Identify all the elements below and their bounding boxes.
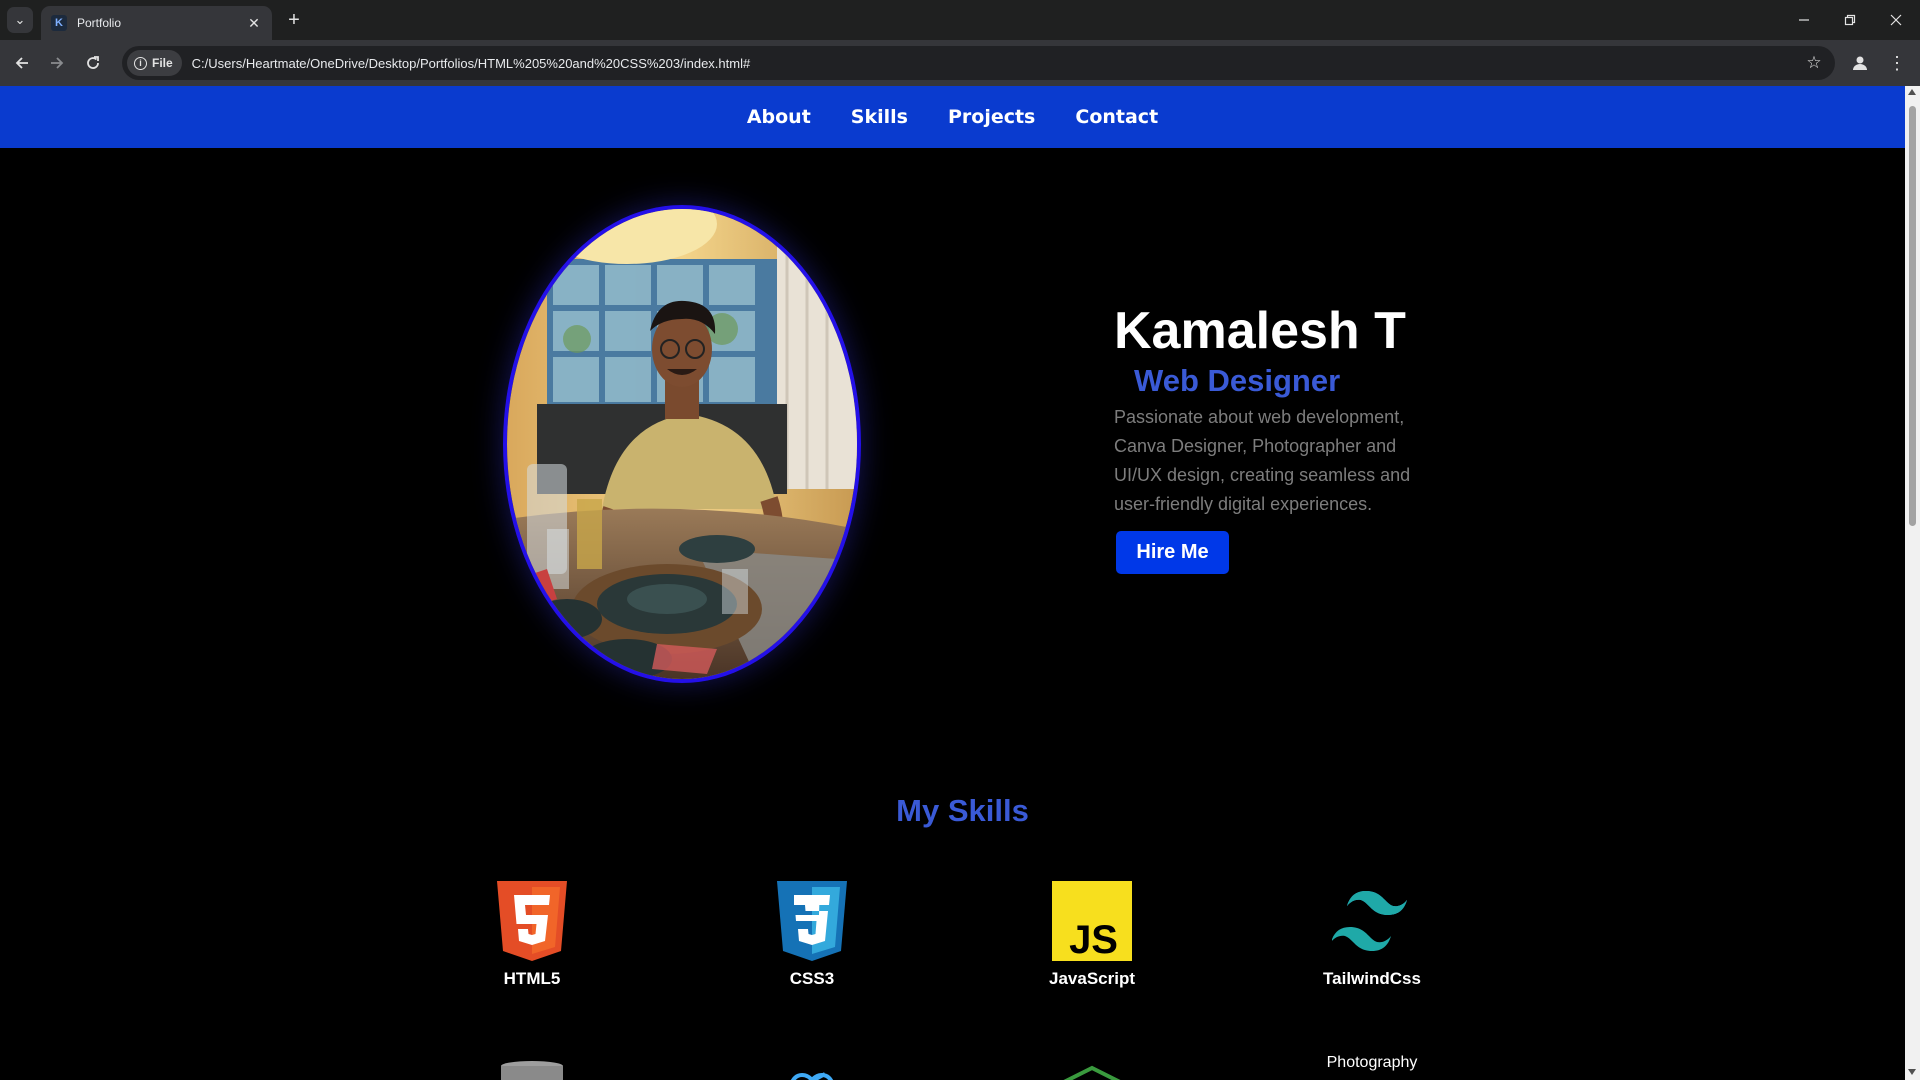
tailwind-icon [1332, 891, 1407, 951]
nav-skills[interactable]: Skills [851, 106, 908, 128]
css3-icon [777, 881, 847, 961]
skill-card-house [992, 1060, 1192, 1080]
forward-arrow-icon[interactable] [43, 49, 71, 77]
tab-title: Portfolio [77, 16, 122, 30]
reload-icon[interactable] [79, 49, 107, 77]
hero-section: Kamalesh T Web Designer Passionate about… [1114, 301, 1414, 574]
tab-close-icon[interactable]: ✕ [244, 13, 264, 33]
hero-description: Passionate about web development, Canva … [1114, 407, 1411, 514]
new-tab-icon[interactable]: + [282, 8, 306, 32]
browser-tab[interactable]: K Portfolio ✕ [41, 6, 272, 40]
nav-projects[interactable]: Projects [948, 106, 1035, 128]
address-bar[interactable]: i File C:/Users/Heartmate/OneDrive/Deskt… [122, 46, 1835, 80]
site-navbar: About Skills Projects Contact [0, 86, 1905, 148]
nav-contact[interactable]: Contact [1075, 106, 1158, 128]
site-chip-label: File [152, 56, 173, 70]
infinity-icon [790, 1072, 834, 1080]
skill-card-photography: Photography [1272, 1054, 1472, 1072]
skill-label: CSS3 [789, 969, 835, 988]
close-window-icon[interactable] [1873, 0, 1919, 40]
scroll-down-icon[interactable] [1908, 1069, 1916, 1075]
skill-card-javascript: JS JavaScript [992, 881, 1192, 989]
database-icon [501, 1061, 563, 1080]
back-arrow-icon[interactable] [8, 49, 36, 77]
tab-search-icon[interactable]: ⌄ [7, 7, 33, 33]
skills-title: My Skills [896, 793, 1029, 828]
site-info-chip[interactable]: i File [127, 50, 182, 76]
skill-card-html5: HTML5 [432, 881, 632, 989]
restore-icon[interactable] [1827, 0, 1873, 40]
scroll-thumb[interactable] [1909, 106, 1916, 526]
profile-photo [503, 205, 861, 683]
browser-tab-bar: ⌄ K Portfolio ✕ + [0, 0, 1920, 40]
browser-menu-icon[interactable]: ⋮ [1884, 50, 1910, 76]
house-icon [1063, 1065, 1121, 1080]
nav-about[interactable]: About [747, 106, 811, 128]
skill-card-css3: CSS3 [712, 881, 912, 989]
html5-icon [497, 881, 567, 961]
page-scrollbar[interactable] [1905, 86, 1920, 1080]
bookmark-star-icon[interactable]: ☆ [1799, 53, 1829, 73]
hire-me-button[interactable]: Hire Me [1116, 531, 1229, 574]
browser-toolbar: i File C:/Users/Heartmate/OneDrive/Deskt… [0, 40, 1920, 86]
url-text[interactable]: C:/Users/Heartmate/OneDrive/Desktop/Port… [192, 56, 1799, 71]
hero-name: Kamalesh T [1114, 302, 1406, 360]
hero-role: Web Designer [1134, 363, 1341, 398]
skill-label: JavaScript [1049, 969, 1135, 988]
svg-text:JS: JS [1069, 918, 1118, 961]
scroll-up-icon[interactable] [1908, 89, 1916, 95]
page-viewport: About Skills Projects Contact Kamalesh T… [0, 86, 1905, 1080]
profile-icon[interactable] [1847, 50, 1873, 76]
skill-label: TailwindCss [1323, 969, 1421, 988]
skill-card-database [432, 1060, 632, 1080]
broken-image-alt: Photography [1326, 1054, 1418, 1071]
tab-favicon-icon: K [51, 15, 67, 31]
minimize-icon[interactable] [1781, 0, 1827, 40]
info-icon: i [134, 56, 147, 70]
javascript-icon: JS [1052, 881, 1132, 961]
skill-card-infinity [712, 1060, 912, 1080]
skill-card-tailwind: TailwindCss [1272, 881, 1472, 989]
skill-label: HTML5 [503, 969, 561, 988]
